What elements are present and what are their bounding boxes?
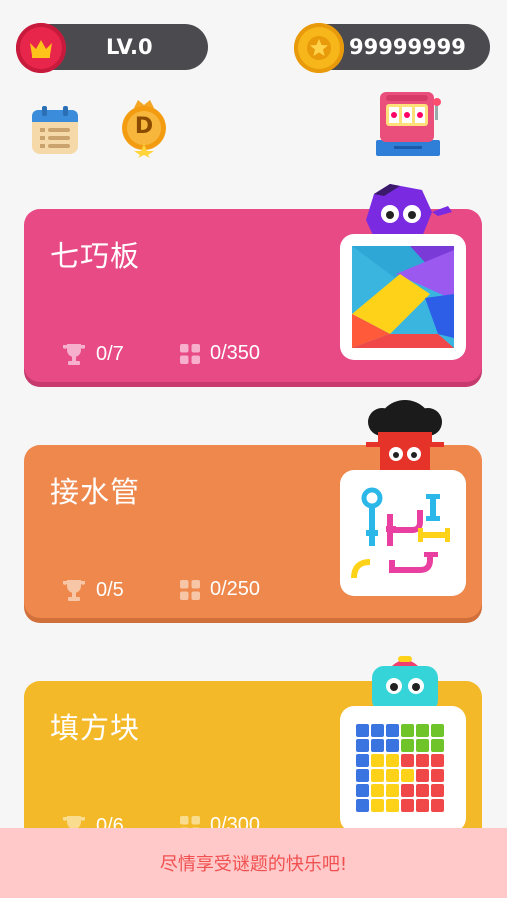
mascot-cyan-cap-icon xyxy=(372,656,438,712)
rank-badge-button[interactable]: D xyxy=(118,96,170,158)
trophy-stat: 0/7 xyxy=(62,342,124,366)
footer-banner: 尽情享受谜题的快乐吧! xyxy=(0,828,507,898)
level-count: 0/250 xyxy=(210,578,261,600)
rank-badge-letter: D xyxy=(134,114,154,139)
trophy-icon xyxy=(63,580,85,601)
mascot-red-afro-icon xyxy=(366,400,444,474)
game-title: 接水管 xyxy=(50,475,141,509)
slot-machine-icon xyxy=(376,92,441,156)
blocks-thumbnail xyxy=(340,706,466,832)
level-count: 0/350 xyxy=(210,342,261,364)
slot-machine-button[interactable] xyxy=(372,90,444,158)
coins-label: 99999999 xyxy=(349,35,466,59)
trophy-count: 0/5 xyxy=(96,578,124,601)
grid-icon xyxy=(180,343,200,364)
trophy-stat: 0/5 xyxy=(62,578,124,602)
coin-badge xyxy=(294,23,344,73)
star-icon xyxy=(307,36,331,60)
crown-icon xyxy=(30,40,52,58)
trophy-count: 0/7 xyxy=(96,342,124,365)
calendar-icon xyxy=(32,106,78,154)
calendar-button[interactable] xyxy=(30,104,80,156)
footer-message: 尽情享受谜题的快乐吧! xyxy=(159,854,348,875)
game-title: 七巧板 xyxy=(50,239,141,273)
level-label: LV.0 xyxy=(106,35,153,59)
tangram-thumbnail xyxy=(340,234,466,360)
crown-badge xyxy=(16,23,66,73)
game-title: 填方块 xyxy=(50,711,141,745)
trophy-icon xyxy=(63,344,85,365)
grid-icon xyxy=(180,579,200,600)
pipes-thumbnail xyxy=(340,470,466,596)
level-stat: 0/350 xyxy=(180,342,260,365)
level-stat: 0/250 xyxy=(180,578,260,601)
